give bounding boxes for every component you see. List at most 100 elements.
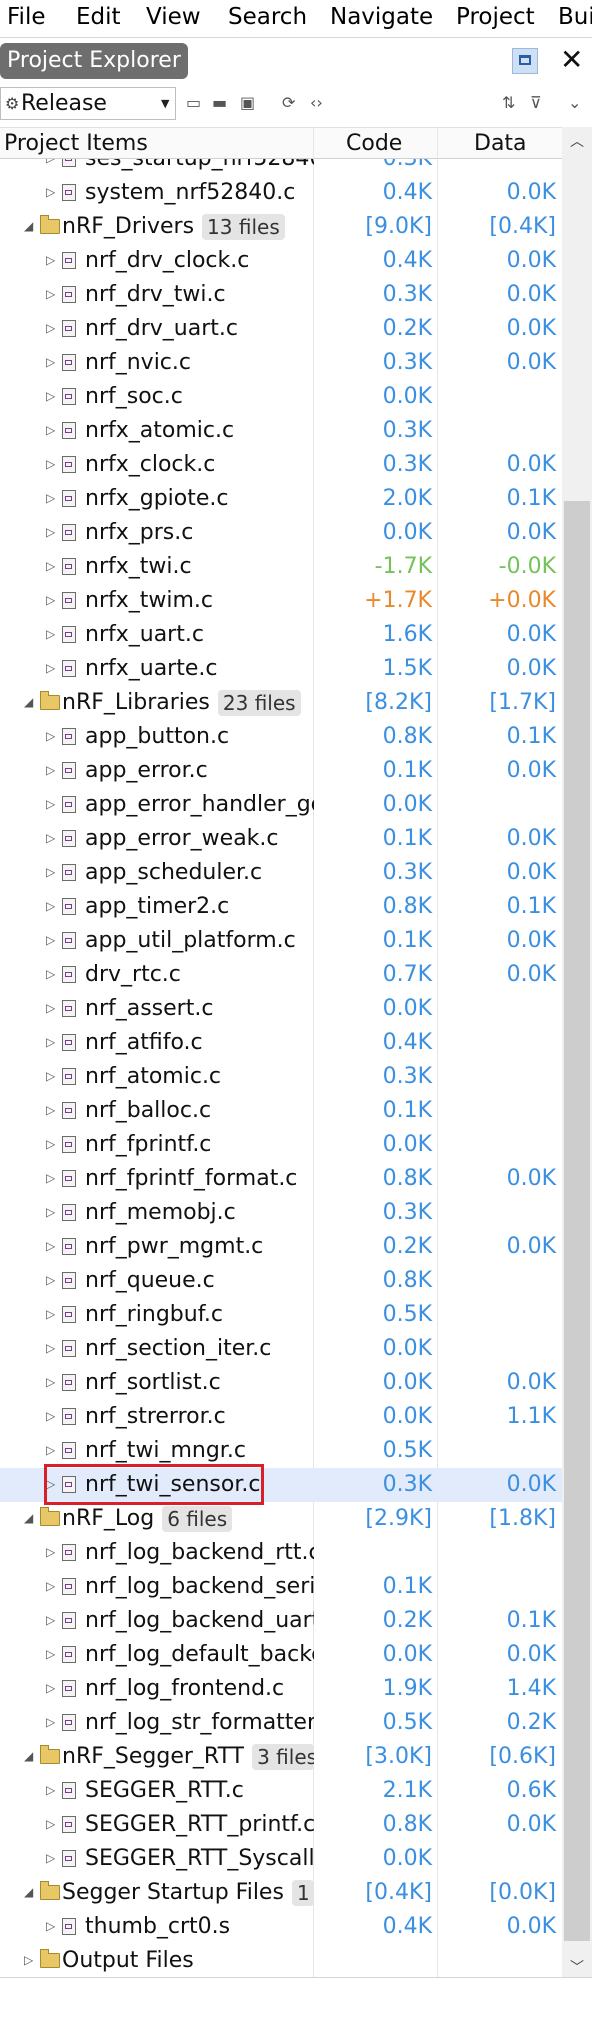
menu-view[interactable]: View [146, 2, 201, 32]
tree-file-row[interactable]: ▷ nrfx_twim.c +1.7K +0.0K [0, 584, 562, 618]
menu-file[interactable]: File [7, 2, 46, 32]
tree-file-row[interactable]: ▷ SEGGER_RTT_printf.c 0.8K 0.0K [0, 1808, 562, 1842]
collapsed-arrow-icon[interactable]: ▷ [46, 831, 55, 845]
tree-file-row[interactable]: ▷ app_util_platform.c 0.1K 0.0K [0, 924, 562, 958]
scroll-thumb[interactable] [564, 501, 590, 1941]
collapsed-arrow-icon[interactable]: ▷ [46, 1375, 55, 1389]
tree-file-row[interactable]: ▷ nrf_ringbuf.c 0.5K [0, 1298, 562, 1332]
tree-file-row[interactable]: ▷ nrf_atomic.c 0.3K [0, 1060, 562, 1094]
maximize-icon[interactable] [512, 48, 538, 74]
tree-file-row[interactable]: ▷ nrfx_twi.c -1.7K -0.0K [0, 550, 562, 584]
tree-file-row[interactable]: ▷ nrf_log_frontend.c 1.9K 1.4K [0, 1672, 562, 1706]
tree-file-row[interactable]: ▷ nrf_queue.c 0.8K [0, 1264, 562, 1298]
menu-edit[interactable]: Edit [76, 2, 121, 32]
collapsed-arrow-icon[interactable]: ▷ [46, 287, 55, 301]
collapsed-arrow-icon[interactable]: ▷ [46, 1579, 55, 1593]
header-code[interactable]: Code [346, 128, 402, 159]
sort-icon[interactable]: ⇅ [502, 93, 515, 113]
tree-file-row[interactable]: ▷ nrf_sortlist.c 0.0K 0.0K [0, 1366, 562, 1400]
tree-file-row[interactable]: ▷ nrfx_atomic.c 0.3K [0, 414, 562, 448]
tree-file-row[interactable]: ▷ nrf_soc.c 0.0K [0, 380, 562, 414]
configuration-select[interactable]: ⚙ Release ▼ [0, 87, 176, 120]
collapsed-arrow-icon[interactable]: ▷ [46, 1341, 55, 1355]
tree-file-row[interactable]: ▷ nrf_drv_twi.c 0.3K 0.0K [0, 278, 562, 312]
collapsed-arrow-icon[interactable]: ▷ [46, 1001, 55, 1015]
tree-file-row[interactable]: ▷ nrf_log_backend_serial.c 0.1K [0, 1570, 562, 1604]
tree-file-row[interactable]: ▷ nrfx_gpiote.c 2.0K 0.1K [0, 482, 562, 516]
tree-file-row[interactable]: ▷ nrf_drv_clock.c 0.4K 0.0K [0, 244, 562, 278]
collapsed-arrow-icon[interactable]: ▷ [46, 1443, 55, 1457]
expanded-arrow-icon[interactable]: ◢ [24, 1749, 33, 1763]
tree-file-row[interactable]: ▷ app_error_handler_gcc.c 0.0K [0, 788, 562, 822]
header-data[interactable]: Data [474, 128, 527, 159]
tree-file-row[interactable]: ▷ nrfx_uart.c 1.6K 0.0K [0, 618, 562, 652]
collapsed-arrow-icon[interactable]: ▷ [46, 1171, 55, 1185]
collapsed-arrow-icon[interactable]: ▷ [46, 1851, 55, 1865]
collapsed-arrow-icon[interactable]: ▷ [46, 159, 55, 165]
collapsed-arrow-icon[interactable]: ▷ [46, 763, 55, 777]
expanded-arrow-icon[interactable]: ◢ [24, 1885, 33, 1899]
menu-search[interactable]: Search [228, 2, 307, 32]
tree-file-row[interactable]: ▷ app_button.c 0.8K 0.1K [0, 720, 562, 754]
collapsed-arrow-icon[interactable]: ▷ [46, 321, 55, 335]
tree-file-row[interactable]: ▷ nrfx_clock.c 0.3K 0.0K [0, 448, 562, 482]
tree-file-row[interactable]: ▷ nrf_fprintf.c 0.0K [0, 1128, 562, 1162]
collapsed-arrow-icon[interactable]: ▷ [46, 1069, 55, 1083]
tree-folder-row[interactable]: ◢ Segger Startup Files 1 file [0.4K] [0.0K] [0, 1876, 562, 1910]
collapsed-arrow-icon[interactable]: ▷ [46, 729, 55, 743]
collapsed-arrow-icon[interactable]: ▷ [46, 1715, 55, 1729]
menu-project[interactable]: Project [456, 2, 535, 32]
collapsed-arrow-icon[interactable]: ▷ [46, 1035, 55, 1049]
chevron-down-icon[interactable]: ⌄ [568, 93, 581, 113]
expanded-arrow-icon[interactable]: ◢ [24, 1511, 33, 1525]
tree-file-row[interactable]: ▷ nrf_fprintf_format.c 0.8K 0.0K [0, 1162, 562, 1196]
tree-file-row[interactable]: ▷ app_error.c 0.1K 0.0K [0, 754, 562, 788]
tree-file-row[interactable]: ▷ nrf_nvic.c 0.3K 0.0K [0, 346, 562, 380]
code-view-icon[interactable]: ‹› [310, 93, 323, 113]
tree-file-row[interactable]: ▷ nrfx_prs.c 0.0K 0.0K [0, 516, 562, 550]
tree-file-row[interactable]: ▷ app_timer2.c 0.8K 0.1K [0, 890, 562, 924]
tree-folder-row[interactable]: ◢ nRF_Libraries 23 files [8.2K] [1.7K] [0, 686, 562, 720]
collapsed-arrow-icon[interactable]: ▷ [46, 865, 55, 879]
collapsed-arrow-icon[interactable]: ▷ [24, 1953, 33, 1967]
scroll-down-icon[interactable]: ﹀ [570, 1957, 584, 1977]
tree-file-row[interactable]: ▷ nrf_log_default_backends.c 0.0K 0.0K [0, 1638, 562, 1672]
collapsed-arrow-icon[interactable]: ▷ [46, 1205, 55, 1219]
collapsed-arrow-icon[interactable]: ▷ [46, 1409, 55, 1423]
tree-file-row[interactable]: ▷ ses_startup_nrf52840.s0.3K [0, 159, 562, 176]
collapsed-arrow-icon[interactable]: ▷ [46, 967, 55, 981]
collapsed-arrow-icon[interactable]: ▷ [46, 1137, 55, 1151]
tree-file-row[interactable]: ▷ SEGGER_RTT_Syscalls_SES.c 0.0K [0, 1842, 562, 1876]
collapsed-arrow-icon[interactable]: ▷ [46, 355, 55, 369]
collapsed-arrow-icon[interactable]: ▷ [46, 423, 55, 437]
collapsed-arrow-icon[interactable]: ▷ [46, 389, 55, 403]
expanded-arrow-icon[interactable]: ◢ [24, 695, 33, 709]
vertical-scrollbar[interactable]: ︿ ﹀ [562, 127, 592, 1977]
tree-file-row[interactable]: ▷ nrf_memobj.c 0.3K [0, 1196, 562, 1230]
tree-file-row[interactable]: ▷ nrf_log_str_formatter.c 0.5K 0.2K [0, 1706, 562, 1740]
collapsed-arrow-icon[interactable]: ▷ [46, 253, 55, 267]
collapsed-arrow-icon[interactable]: ▷ [46, 457, 55, 471]
panel-title[interactable]: Project Explorer [0, 43, 188, 79]
collapsed-arrow-icon[interactable]: ▷ [46, 899, 55, 913]
tree-file-row[interactable]: ▷ app_error_weak.c 0.1K 0.0K [0, 822, 562, 856]
tree-file-row[interactable]: ▷ nrf_section_iter.c 0.0K [0, 1332, 562, 1366]
header-project-items[interactable]: Project Items [4, 128, 148, 159]
tree-file-row[interactable]: ▷ SEGGER_RTT.c 2.1K 0.6K [0, 1774, 562, 1808]
collapsed-arrow-icon[interactable]: ▷ [46, 1613, 55, 1627]
collapsed-arrow-icon[interactable]: ▷ [46, 933, 55, 947]
tree-file-row[interactable]: ▷ nrf_twi_mngr.c 0.5K [0, 1434, 562, 1468]
collapsed-arrow-icon[interactable]: ▷ [46, 1817, 55, 1831]
open-folder-icon[interactable]: ▬ [212, 93, 227, 113]
tree-folder-row[interactable]: ▷ Output Files [0, 1944, 562, 1977]
collapsed-arrow-icon[interactable]: ▷ [46, 661, 55, 675]
collapsed-arrow-icon[interactable]: ▷ [46, 1783, 55, 1797]
collapsed-arrow-icon[interactable]: ▷ [46, 1647, 55, 1661]
scroll-up-icon[interactable]: ︿ [570, 131, 584, 151]
collapsed-arrow-icon[interactable]: ▷ [46, 1103, 55, 1117]
tree-file-row[interactable]: ▷ drv_rtc.c 0.7K 0.0K [0, 958, 562, 992]
tree-folder-row[interactable]: ◢ nRF_Log 6 files [2.9K] [1.8K] [0, 1502, 562, 1536]
collapsed-arrow-icon[interactable]: ▷ [46, 525, 55, 539]
collapsed-arrow-icon[interactable]: ▷ [46, 559, 55, 573]
tree-file-row[interactable]: ▷ nrf_atfifo.c 0.4K [0, 1026, 562, 1060]
